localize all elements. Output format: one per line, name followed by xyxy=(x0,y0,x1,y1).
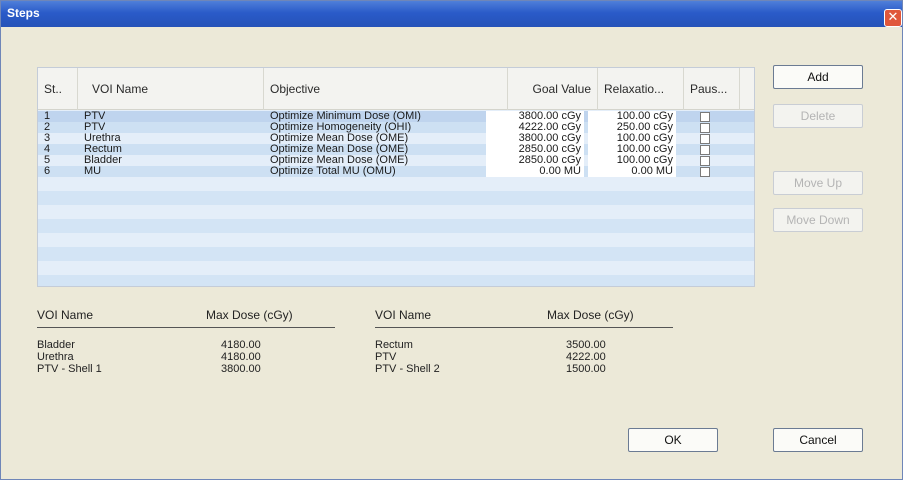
steps-table: St.. VOI Name Objective Goal Value Relax… xyxy=(37,67,755,287)
delete-button[interactable]: Delete xyxy=(773,104,863,128)
title-bar[interactable]: Steps ✕ xyxy=(1,1,902,27)
list-item: 4222.00 xyxy=(566,351,606,363)
summary-left-voi-list: Bladder Urethra PTV - Shell 1 xyxy=(37,339,102,375)
summary-right-voi-list: Rectum PTV PTV - Shell 2 xyxy=(375,339,440,375)
column-header-objective[interactable]: Objective xyxy=(264,68,508,110)
empty-row xyxy=(38,177,754,191)
table-header: St.. VOI Name Objective Goal Value Relax… xyxy=(38,68,754,110)
voi-name-cell: Bladder xyxy=(84,155,122,166)
column-header-paused[interactable]: Paus... xyxy=(684,68,740,110)
empty-row xyxy=(38,275,754,286)
summary-right-header-max-dose: Max Dose (cGy) xyxy=(547,308,634,322)
step-number: 6 xyxy=(44,166,51,177)
objective-cell: Optimize Mean Dose (OME) xyxy=(270,155,409,166)
cancel-button[interactable]: Cancel xyxy=(773,428,863,452)
move-up-button[interactable]: Move Up xyxy=(773,171,863,195)
voi-name-cell: MU xyxy=(84,166,102,177)
list-item: Rectum xyxy=(375,339,413,351)
ok-button[interactable]: OK xyxy=(628,428,718,452)
table-row[interactable]: 6 MU Optimize Total MU (OMU) 0.00 MU 0.0… xyxy=(38,166,754,177)
summary-left-dose-list: 4180.00 4180.00 3800.00 xyxy=(221,339,261,375)
paused-checkbox[interactable] xyxy=(700,112,710,122)
voi-name-cell: Rectum xyxy=(84,144,122,155)
empty-row xyxy=(38,233,754,247)
column-header-relaxation[interactable]: Relaxatio... xyxy=(598,68,684,110)
step-number: 1 xyxy=(44,111,51,122)
step-number: 2 xyxy=(44,122,51,133)
add-button[interactable]: Add xyxy=(773,65,863,89)
step-number: 5 xyxy=(44,155,51,166)
list-item: 1500.00 xyxy=(566,363,606,375)
move-down-button[interactable]: Move Down xyxy=(773,208,863,232)
column-header-step[interactable]: St.. xyxy=(38,68,78,110)
paused-checkbox[interactable] xyxy=(700,134,710,144)
objective-cell: Optimize Mean Dose (OME) xyxy=(270,144,409,155)
summary-right-divider xyxy=(375,327,673,328)
voi-name-cell: Urethra xyxy=(84,133,121,144)
empty-row xyxy=(38,219,754,233)
summary-right-header-voi: VOI Name xyxy=(375,308,432,322)
empty-row xyxy=(38,205,754,219)
empty-row xyxy=(38,261,754,275)
list-item: PTV - Shell 2 xyxy=(375,363,440,375)
goal-value-cell[interactable]: 0.00 MU xyxy=(486,166,584,177)
objective-cell: Optimize Homogeneity (OHI) xyxy=(270,122,412,133)
objective-cell: Optimize Total MU (OMU) xyxy=(270,166,396,177)
list-item: 4180.00 xyxy=(221,339,261,351)
close-icon: ✕ xyxy=(887,10,899,25)
list-item: PTV xyxy=(375,351,397,363)
summary-left-header-max-dose: Max Dose (cGy) xyxy=(206,308,293,322)
summary-right-dose-list: 3500.00 4222.00 1500.00 xyxy=(566,339,606,375)
voi-name-cell: PTV xyxy=(84,122,106,133)
column-header-goal-value[interactable]: Goal Value xyxy=(508,68,598,110)
list-item: 3800.00 xyxy=(221,363,261,375)
list-item: 3500.00 xyxy=(566,339,606,351)
objective-cell: Optimize Mean Dose (OME) xyxy=(270,133,409,144)
paused-checkbox[interactable] xyxy=(700,145,710,155)
table-rows: 1 PTV Optimize Minimum Dose (OMI) 3800.0… xyxy=(38,111,754,286)
summary-left-divider xyxy=(37,327,335,328)
column-header-voi-name[interactable]: VOI Name xyxy=(78,68,264,110)
steps-dialog: Steps ✕ St.. VOI Name Objective Goal Val… xyxy=(0,0,903,480)
list-item: 4180.00 xyxy=(221,351,261,363)
empty-row xyxy=(38,191,754,205)
step-number: 3 xyxy=(44,133,51,144)
list-item: Urethra xyxy=(37,351,74,363)
objective-cell: Optimize Minimum Dose (OMI) xyxy=(270,111,421,122)
window-title: Steps xyxy=(7,6,40,20)
step-number: 4 xyxy=(44,144,51,155)
summary-left-header-voi: VOI Name xyxy=(37,308,94,322)
paused-checkbox[interactable] xyxy=(700,123,710,133)
close-button[interactable]: ✕ xyxy=(884,9,902,27)
paused-checkbox[interactable] xyxy=(700,156,710,166)
list-item: PTV - Shell 1 xyxy=(37,363,102,375)
voi-name-cell: PTV xyxy=(84,111,106,122)
relaxation-cell[interactable]: 0.00 MU xyxy=(588,166,676,177)
empty-row xyxy=(38,247,754,261)
list-item: Bladder xyxy=(37,339,75,351)
paused-checkbox[interactable] xyxy=(700,167,710,177)
